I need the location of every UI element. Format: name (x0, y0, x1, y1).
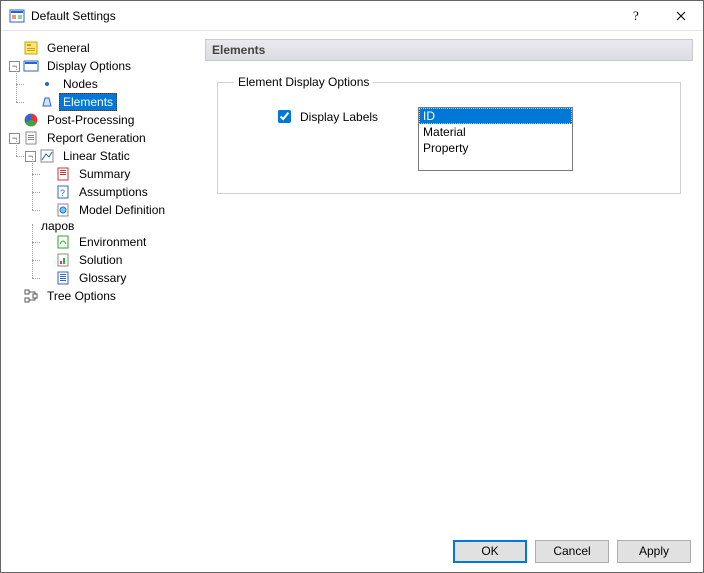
tree-label: Glossary (75, 269, 130, 287)
panel-header: Elements (205, 39, 693, 61)
tree-item-linear-static[interactable]: − Linear Static (25, 147, 197, 165)
app-icon (9, 8, 25, 24)
collapse-icon[interactable]: − (9, 61, 20, 72)
panel-title: Elements (212, 43, 265, 57)
model-definition-icon (55, 202, 71, 218)
collapse-icon[interactable]: − (25, 151, 36, 162)
element-display-options-group: Element Display Options Display Labels I… (217, 75, 681, 194)
tree-item-environment[interactable]: Environment (41, 233, 197, 251)
tree-options-icon (23, 288, 39, 304)
display-labels-input[interactable] (278, 110, 291, 123)
tree-label: Elements (59, 93, 117, 111)
elements-icon (39, 94, 55, 110)
summary-icon (55, 166, 71, 182)
tree-label: Linear Static (59, 147, 134, 165)
tree-item-nodes[interactable]: Nodes (25, 75, 197, 93)
window-title: Default Settings (31, 9, 116, 23)
groupbox-legend: Element Display Options (234, 75, 373, 89)
svg-text:?: ? (633, 9, 639, 23)
close-button[interactable] (658, 1, 703, 30)
panel-content: Element Display Options Display Labels I… (205, 61, 693, 530)
title-bar: Default Settings ? (1, 1, 703, 31)
glossary-icon (55, 270, 71, 286)
cancel-button[interactable]: Cancel (535, 540, 609, 563)
assumptions-icon: ? (55, 184, 71, 200)
display-labels-checkbox[interactable]: Display Labels (274, 107, 378, 126)
listbox-item[interactable]: Property (419, 140, 572, 156)
environment-icon (55, 234, 71, 250)
dialog-body: General − Display Options (1, 31, 703, 530)
tree-label: Assumptions (75, 183, 152, 201)
tree-item-glossary[interactable]: Glossary (41, 269, 197, 287)
tree-item-elements[interactable]: Elements (25, 93, 197, 111)
checkbox-label: Display Labels (300, 110, 378, 124)
tree-item-report-generation[interactable]: − Report Generation (9, 129, 197, 147)
linear-static-icon (39, 148, 55, 164)
dialog-footer: OK Cancel Apply (1, 530, 703, 572)
general-icon (23, 40, 39, 56)
content-panel: Elements Element Display Options Display… (205, 39, 693, 530)
apply-button[interactable]: Apply (617, 540, 691, 563)
tree-label: Environment (75, 233, 150, 251)
nodes-icon (39, 76, 55, 92)
nav-tree[interactable]: General − Display Options (9, 39, 197, 530)
tree-item-summary[interactable]: Summary (41, 165, 197, 183)
tree-label: Solution (75, 251, 126, 269)
ok-button[interactable]: OK (453, 540, 527, 563)
tree-item-assumptions[interactable]: ? Assumptions (41, 183, 197, 201)
display-options-icon (23, 58, 39, 74)
tree-label: Nodes (59, 75, 102, 93)
tree-item-solution[interactable]: Solution (41, 251, 197, 269)
tree-item-post-processing[interactable]: Post-Processing (9, 111, 197, 129)
tree-label: Tree Options (43, 287, 120, 305)
tree-item-model-definition[interactable]: Model Definition (41, 201, 197, 219)
help-button[interactable]: ? (613, 1, 658, 30)
dialog-window: Default Settings ? General (0, 0, 704, 573)
tree-label: Model Definition (75, 201, 169, 219)
tree-label: Summary (75, 165, 134, 183)
tree-label: Post-Processing (43, 111, 138, 129)
post-processing-icon (23, 112, 39, 128)
tree-label: Report Generation (43, 129, 150, 147)
tree-item-general[interactable]: General (9, 39, 197, 57)
svg-text:?: ? (60, 188, 65, 198)
labels-listbox[interactable]: IDMaterialProperty (418, 107, 573, 171)
tree-label: General (43, 39, 94, 57)
tree-item-tree-options[interactable]: Tree Options (9, 287, 197, 305)
collapse-icon[interactable]: − (9, 133, 20, 144)
listbox-item[interactable]: ID (419, 108, 572, 124)
tree-item-display-options[interactable]: − Display Options (9, 57, 197, 75)
report-generation-icon (23, 130, 39, 146)
listbox-item[interactable]: Material (419, 124, 572, 140)
tree-label: Display Options (43, 57, 135, 75)
solution-icon (55, 252, 71, 268)
